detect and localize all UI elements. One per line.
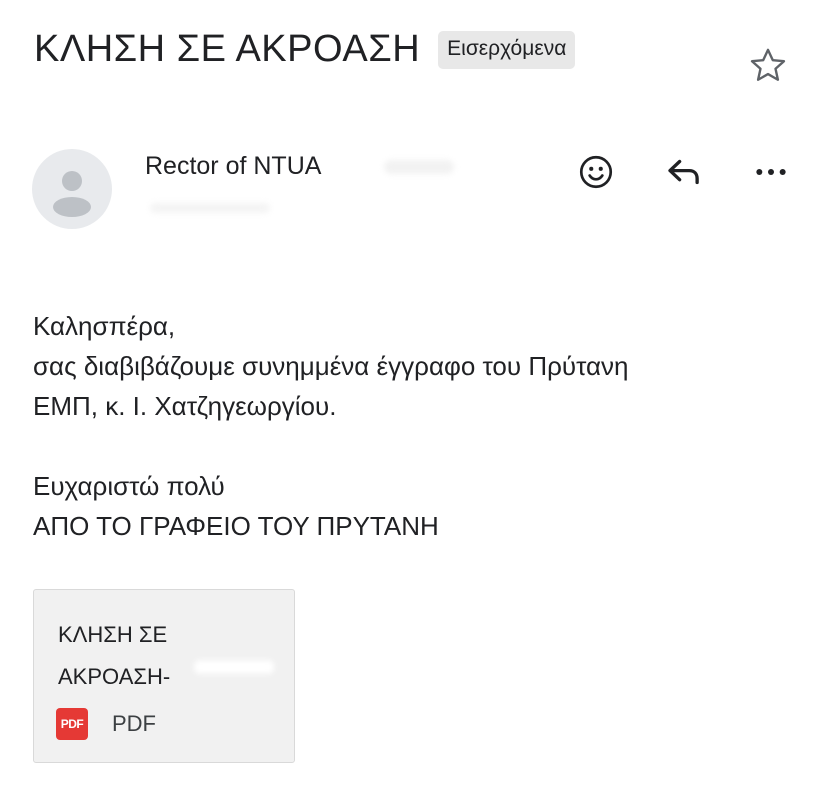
sender-avatar[interactable] — [32, 149, 112, 229]
reply-icon — [668, 159, 699, 185]
body-line: σας διαβιβάζουμε συνημμένα έγγραφο του Π… — [33, 351, 629, 381]
reply-button[interactable] — [662, 150, 706, 194]
attachment-type-label: PDF — [112, 711, 156, 736]
more-horizontal-icon — [756, 169, 786, 175]
more-options-button[interactable] — [749, 150, 793, 194]
inbox-label-chip[interactable]: Εισερχόμενα — [438, 30, 576, 69]
sender-name[interactable]: Rector of NTUA — [145, 152, 321, 181]
attachment-name: ΚΛΗΣΗ ΣΕ ΑΚΡΟΑΣΗ- — [58, 614, 278, 698]
attachment-card[interactable]: ΚΛΗΣΗ ΣΕ ΑΚΡΟΑΣΗ- PDF PDF — [33, 589, 295, 763]
default-avatar-icon — [53, 171, 91, 217]
subject-row: ΚΛΗΣΗ ΣΕ ΑΚΡΟΑΣΗ Εισερχόμενα — [34, 28, 576, 71]
sender-email-redacted — [384, 160, 454, 174]
email-view: ΚΛΗΣΗ ΣΕ ΑΚΡΟΑΣΗ Εισερχόμενα Rector of N… — [0, 0, 828, 800]
attachment-name-redacted — [194, 660, 274, 674]
email-body: Καλησπέρα, σας διαβιβάζουμε συνημμένα έγ… — [33, 306, 803, 546]
add-reaction-icon — [579, 155, 613, 189]
body-line: ΕΜΠ, κ. Ι. Χατζηγεωργίου. — [33, 391, 337, 421]
pdf-icon: PDF — [56, 708, 88, 740]
add-reaction-button[interactable] — [574, 150, 618, 194]
attachment-type-row: PDF PDF — [56, 708, 156, 740]
recipient-redacted — [150, 203, 270, 213]
body-line: Καλησπέρα, — [33, 311, 176, 341]
attachment-name-line: ΚΛΗΣΗ ΣΕ — [58, 622, 168, 647]
body-line: Ευχαριστώ πολύ — [33, 471, 225, 501]
body-line: ΑΠΟ ΤΟ ΓΡΑΦΕΙΟ ΤΟΥ ΠΡΥΤΑΝΗ — [33, 511, 439, 541]
star-icon[interactable] — [746, 44, 790, 88]
email-subject: ΚΛΗΣΗ ΣΕ ΑΚΡΟΑΣΗ — [34, 28, 421, 70]
